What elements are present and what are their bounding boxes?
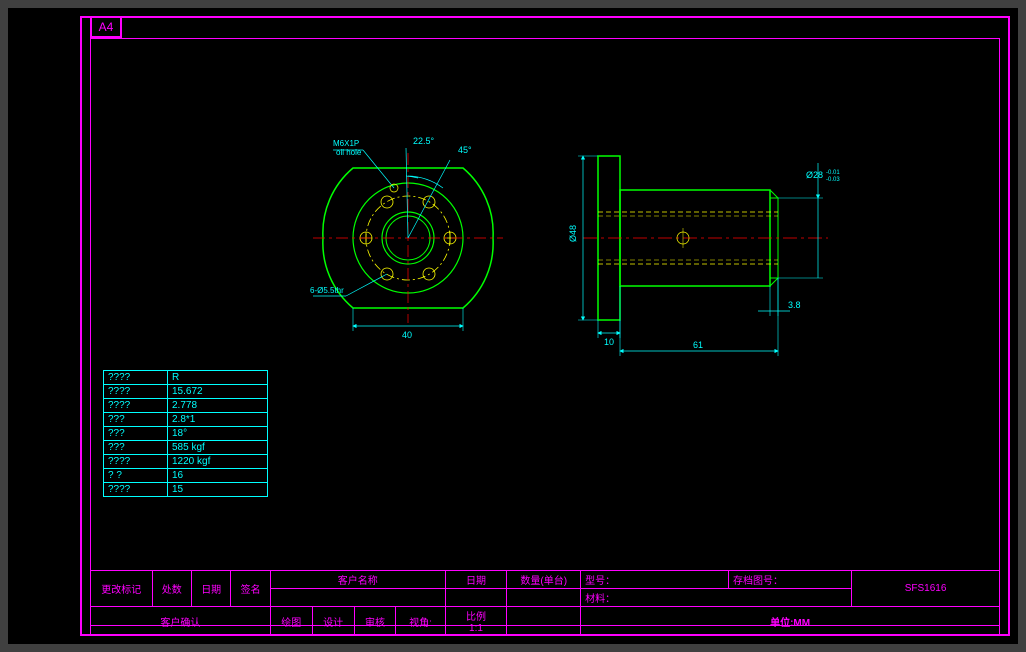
spec-table: ????R????15.672????2.778???2.8*1???18°??… <box>103 370 268 497</box>
spec-row: ????R <box>104 371 268 385</box>
tb-design: 设计 <box>312 607 354 636</box>
tb-view: 视角: <box>396 607 445 636</box>
spec-row: ????15.672 <box>104 385 268 399</box>
tb-change-mark: 更改标记 <box>91 571 153 607</box>
side-view: Ø48 Ø28 -0.01 -0.03 10 3.8 61 <box>568 156 840 356</box>
dim-28: Ø28 <box>806 170 823 180</box>
dim-48: Ø48 <box>568 225 578 242</box>
dim-10: 10 <box>604 337 614 347</box>
front-view: M6X1P oil hole 22.5° 45° 6-Ø5.5thr 40 <box>310 136 503 340</box>
tb-archive: 存档图号： <box>728 571 851 589</box>
tb-model: 型号： <box>581 571 729 589</box>
tb-review: 审核 <box>354 607 396 636</box>
hole-callout: 6-Ø5.5thr <box>310 286 344 295</box>
oil-hole-sub: oil hole <box>336 148 362 157</box>
cad-drawing-svg: M6X1P oil hole 22.5° 45° 6-Ø5.5thr 40 <box>8 8 1018 644</box>
tb-client-name: 客户名称 <box>270 571 445 589</box>
spec-row: ? ?16 <box>104 469 268 483</box>
spec-row: ????15 <box>104 483 268 497</box>
tb-date2: 日期 <box>445 571 507 589</box>
title-block: 更改标记 处数 日期 签名 客户名称 日期 数量(单台) 型号： 存档图号： S… <box>90 570 1000 636</box>
dim-40: 40 <box>402 330 412 340</box>
tb-scale: 比例1:1 <box>445 607 507 636</box>
dim-3-8: 3.8 <box>788 300 801 310</box>
tb-archive-no: SFS1616 <box>852 571 1000 607</box>
spec-row: ???2.8*1 <box>104 413 268 427</box>
spec-row: ???585 kgf <box>104 441 268 455</box>
tb-place: 处数 <box>152 571 191 607</box>
spec-row: ???18° <box>104 427 268 441</box>
tb-draw: 绘图 <box>270 607 312 636</box>
tb-sign: 签名 <box>231 571 270 607</box>
tb-unit: 单位:MM <box>581 607 1000 636</box>
dim-61: 61 <box>693 340 703 350</box>
tb-date: 日期 <box>191 571 230 607</box>
dim-28-tol-top: -0.01 <box>826 170 840 176</box>
oil-hole-label: M6X1P <box>333 139 359 148</box>
spec-row: ????1220 kgf <box>104 455 268 469</box>
spec-row: ????2.778 <box>104 399 268 413</box>
tb-client-confirm: 客户确认 <box>91 607 271 636</box>
dim-28-tol-bot: -0.03 <box>826 177 840 183</box>
tb-qty: 数量(单台) <box>507 571 581 589</box>
tb-material: 材料： <box>581 589 852 607</box>
angle-22-5: 22.5° <box>413 136 435 146</box>
cad-canvas: A4 <box>8 8 1018 644</box>
angle-45: 45° <box>458 145 472 155</box>
